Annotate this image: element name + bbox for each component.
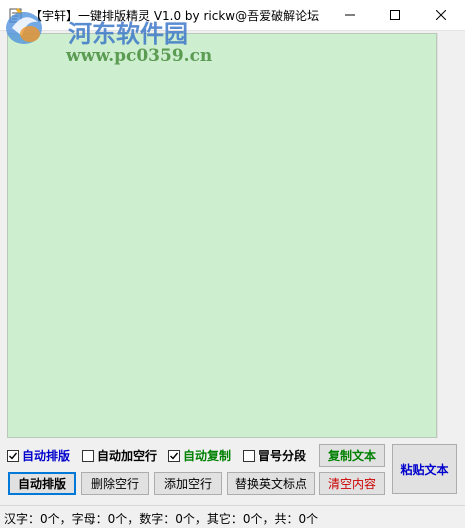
checkbox-icon[interactable] bbox=[82, 449, 94, 462]
character-count-status: 汉字：0个，字母：0个，数字：0个，其它：0个，共：0个 bbox=[4, 512, 319, 526]
option-label: 冒号分段 bbox=[258, 449, 307, 463]
close-button[interactable] bbox=[418, 0, 464, 30]
option-auto-add-blank[interactable]: 自动加空行 bbox=[82, 447, 157, 464]
add-blank-lines-button[interactable]: 添加空行 bbox=[154, 472, 222, 495]
minimize-button[interactable] bbox=[327, 0, 373, 30]
option-auto-copy[interactable]: 自动复制 bbox=[168, 447, 231, 464]
watermark-logo-icon bbox=[6, 12, 42, 44]
option-label: 自动加空行 bbox=[97, 449, 158, 463]
option-colon-split[interactable]: 冒号分段 bbox=[243, 447, 306, 464]
minimize-icon bbox=[345, 14, 355, 16]
watermark-site-url: www.pc0359.cn bbox=[66, 46, 213, 66]
maximize-icon bbox=[390, 10, 400, 20]
clear-content-button[interactable]: 清空内容 bbox=[319, 472, 385, 495]
checkbox-icon[interactable] bbox=[243, 449, 255, 462]
status-bar: 汉字：0个，字母：0个，数字：0个，其它：0个，共：0个 bbox=[0, 505, 465, 528]
checkbox-checked-icon[interactable] bbox=[168, 449, 180, 462]
option-label: 自动排版 bbox=[22, 449, 71, 463]
delete-blank-lines-button[interactable]: 删除空行 bbox=[81, 472, 149, 495]
checkbox-checked-icon[interactable] bbox=[7, 449, 19, 462]
auto-format-button[interactable]: 自动排版 bbox=[8, 472, 76, 495]
vertical-scrollbar[interactable] bbox=[437, 33, 455, 438]
copy-text-button[interactable]: 复制文本 bbox=[319, 444, 385, 467]
maximize-button[interactable] bbox=[372, 0, 418, 30]
close-icon bbox=[436, 10, 446, 20]
paste-text-button[interactable]: 粘贴文本 bbox=[392, 444, 457, 494]
option-auto-format[interactable]: 自动排版 bbox=[7, 447, 70, 464]
text-editor[interactable] bbox=[7, 33, 437, 438]
replace-punctuation-button[interactable]: 替换英文标点 bbox=[227, 472, 315, 495]
option-label: 自动复制 bbox=[183, 449, 232, 463]
watermark-site-name: 河东软件园 bbox=[68, 19, 188, 48]
